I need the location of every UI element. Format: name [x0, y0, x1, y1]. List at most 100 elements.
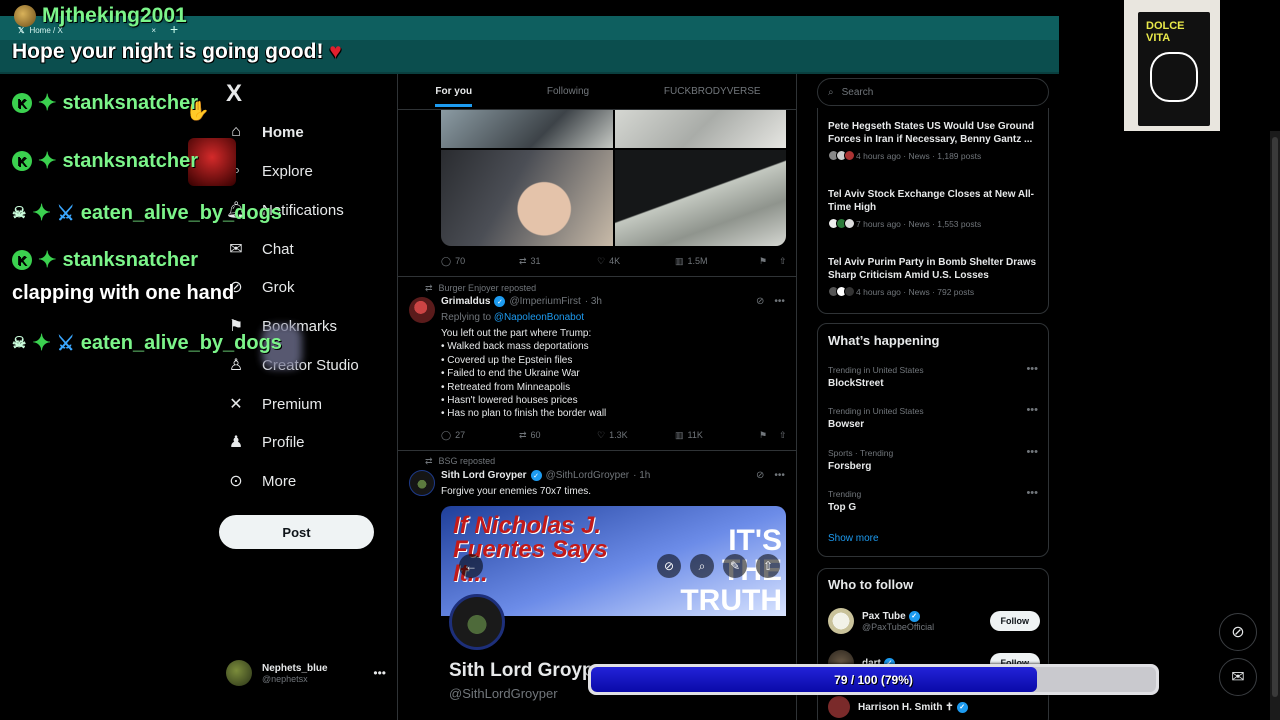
like-button[interactable]: ♡ 4K — [597, 256, 675, 267]
tab-for-you[interactable]: For you — [435, 76, 473, 107]
chat-username: eaten_alive_by_dogs — [80, 201, 282, 224]
section-title: Who to follow — [828, 577, 914, 592]
edit-icon[interactable]: ✎ — [723, 554, 747, 578]
photo[interactable] — [614, 110, 786, 148]
bookmark-icon[interactable]: ⚑ — [759, 256, 779, 267]
news-item[interactable]: Tel Aviv Stock Exchange Closes at New Al… — [828, 188, 1040, 229]
grok-icon[interactable]: ⊘ — [756, 470, 764, 481]
news-item[interactable]: Pete Hegseth States US Would Use Ground … — [828, 120, 1040, 161]
share-icon[interactable]: ⇧ — [779, 256, 787, 267]
grok-fab-icon[interactable]: ⊘ — [1219, 613, 1257, 651]
trend-item[interactable]: Trending in United States Bowser ••• — [828, 404, 1040, 430]
tweet-author-handle[interactable]: @SithLordGroyper — [546, 470, 630, 481]
tweet-photo-grid[interactable] — [441, 110, 786, 246]
nav-label: Home — [262, 123, 304, 141]
post-button[interactable]: Post — [219, 515, 374, 549]
tweet-tools: ⊘ ••• — [756, 296, 785, 307]
tab-list[interactable]: FUCKBRODYVERSE — [664, 86, 761, 97]
nav-grok[interactable]: ⊘ Grok — [226, 272, 295, 302]
tweet-author-name[interactable]: Grimaldus — [441, 296, 490, 307]
more-dots-icon[interactable]: ••• — [373, 666, 386, 680]
news-item[interactable]: Tel Aviv Purim Party in Bomb Shelter Dra… — [828, 256, 1040, 297]
photo[interactable] — [614, 150, 786, 246]
messages-fab-icon[interactable]: ✉ — [1219, 658, 1257, 696]
more-dots-icon[interactable]: ••• — [1026, 363, 1038, 375]
account-name: Nephets_blue — [262, 662, 328, 674]
sparkle-badge-icon: ✦ — [32, 330, 51, 355]
chat-message-text: clapping with one hand — [12, 282, 235, 304]
page-scrollbar[interactable] — [1270, 131, 1280, 720]
repost-attribution[interactable]: ⇄ BSG reposted — [425, 456, 495, 467]
repost-attribution[interactable]: ⇄ Burger Enjoyer reposted — [425, 283, 536, 294]
nav-chat[interactable]: ✉ Chat — [226, 234, 293, 264]
grok-icon[interactable]: ⊘ — [657, 554, 681, 578]
tweet-actions: ◯ 70 ⇄ 31 ♡ 4K ▥ 1.5M ⚑ ⇧ — [441, 252, 791, 270]
nav-label: Grok — [262, 278, 295, 296]
photo[interactable] — [441, 110, 613, 148]
follow-suggestion[interactable]: Pax Tube ✓ @PaxTubeOfficial Follow — [828, 608, 1040, 634]
like-button[interactable]: ♡ 1.3K — [597, 430, 675, 441]
tweet-time[interactable]: · 1h — [633, 470, 650, 481]
avatar[interactable] — [409, 470, 435, 496]
share-icon[interactable]: ⇧ — [756, 554, 780, 578]
repost-count: 31 — [530, 256, 541, 266]
section-title: What’s happening — [828, 333, 940, 348]
nav-more[interactable]: ⊙ More — [226, 466, 296, 496]
more-dots-icon[interactable]: ••• — [774, 470, 785, 481]
trend-context: Trending in United States — [828, 365, 924, 375]
avatar — [226, 660, 252, 686]
more-dots-icon[interactable]: ••• — [774, 296, 785, 307]
reply-context: Replying to @NapoleonBonabot — [441, 312, 584, 323]
repost-count: 60 — [530, 430, 541, 440]
search-input[interactable]: ⌕ Search — [817, 78, 1049, 106]
tab-following[interactable]: Following — [547, 86, 589, 97]
tweet-line: • Has no plan to finish the border wall — [441, 408, 607, 420]
stream-message: Hope your night is going good! ♥ — [12, 40, 342, 64]
chart-icon: ▥ — [675, 429, 684, 440]
photo[interactable] — [441, 150, 613, 246]
follow-button[interactable]: Follow — [989, 611, 1040, 631]
more-dots-icon[interactable]: ••• — [1026, 487, 1038, 499]
creator-icon: ♙ — [228, 357, 244, 374]
tweet-line: • Retreated from Minneapolis — [441, 381, 571, 393]
repost-button[interactable]: ⇄ 60 — [519, 430, 597, 441]
search-placeholder: Search — [841, 86, 874, 98]
more-dots-icon[interactable]: ••• — [1026, 404, 1038, 416]
back-arrow-icon[interactable]: ← — [459, 554, 483, 578]
reply-button[interactable]: ◯ 70 — [441, 256, 519, 267]
grok-icon[interactable]: ⊘ — [756, 296, 764, 307]
trend-item[interactable]: Trending in United States BlockStreet ••… — [828, 363, 1040, 389]
avatar[interactable] — [409, 297, 435, 323]
nav-explore[interactable]: ⌕ Explore — [226, 156, 313, 186]
tweet-author-name[interactable]: Sith Lord Groyper — [441, 470, 527, 481]
repost-label: BSG reposted — [438, 456, 496, 466]
nav-home[interactable]: ⌂ Home — [226, 117, 304, 147]
tweet-author-handle[interactable]: @ImperiumFirst — [509, 296, 580, 307]
views-button[interactable]: ▥ 11K — [675, 430, 759, 441]
chat-message: K ✦ stanksnatcher — [12, 90, 198, 116]
scrollbar-thumb[interactable] — [1272, 137, 1278, 697]
tweet-time[interactable]: · 3h — [585, 296, 602, 307]
tweet-line: • Walked back mass deportations — [441, 341, 589, 353]
nav-premium[interactable]: ✕ Premium — [226, 389, 322, 419]
avatar — [828, 608, 854, 634]
trend-item[interactable]: Trending Top G ••• — [828, 487, 1040, 513]
verified-badge-icon: ✓ — [956, 701, 968, 713]
views-button[interactable]: ▥ 1.5M — [675, 256, 759, 267]
bookmark-icon[interactable]: ⚑ — [759, 430, 779, 441]
reply-button[interactable]: ◯ 27 — [441, 430, 519, 441]
x-logo-icon[interactable]: X — [226, 80, 242, 108]
search-icon[interactable]: ⌕ — [690, 554, 714, 578]
trend-item[interactable]: Sports · Trending Forsberg ••• — [828, 446, 1040, 472]
follow-suggestion[interactable]: Harrison H. Smith ✝ ✓ — [828, 696, 1040, 718]
media-profile-handle: @SithLordGroyper — [449, 686, 558, 701]
repost-button[interactable]: ⇄ 31 — [519, 256, 597, 267]
reply-to-link[interactable]: @NapoleonBonabot — [494, 312, 584, 323]
chat-message: K ✦ stanksnatcher — [12, 247, 198, 273]
nav-profile[interactable]: ♟ Profile — [226, 427, 305, 457]
show-more-link[interactable]: Show more — [828, 533, 879, 544]
account-switcher[interactable]: Nephets_blue @nephetsx ••• — [226, 660, 386, 686]
more-dots-icon[interactable]: ••• — [1026, 446, 1038, 458]
chat-message: K ✦ stanksnatcher — [12, 148, 198, 174]
share-icon[interactable]: ⇧ — [779, 430, 787, 441]
